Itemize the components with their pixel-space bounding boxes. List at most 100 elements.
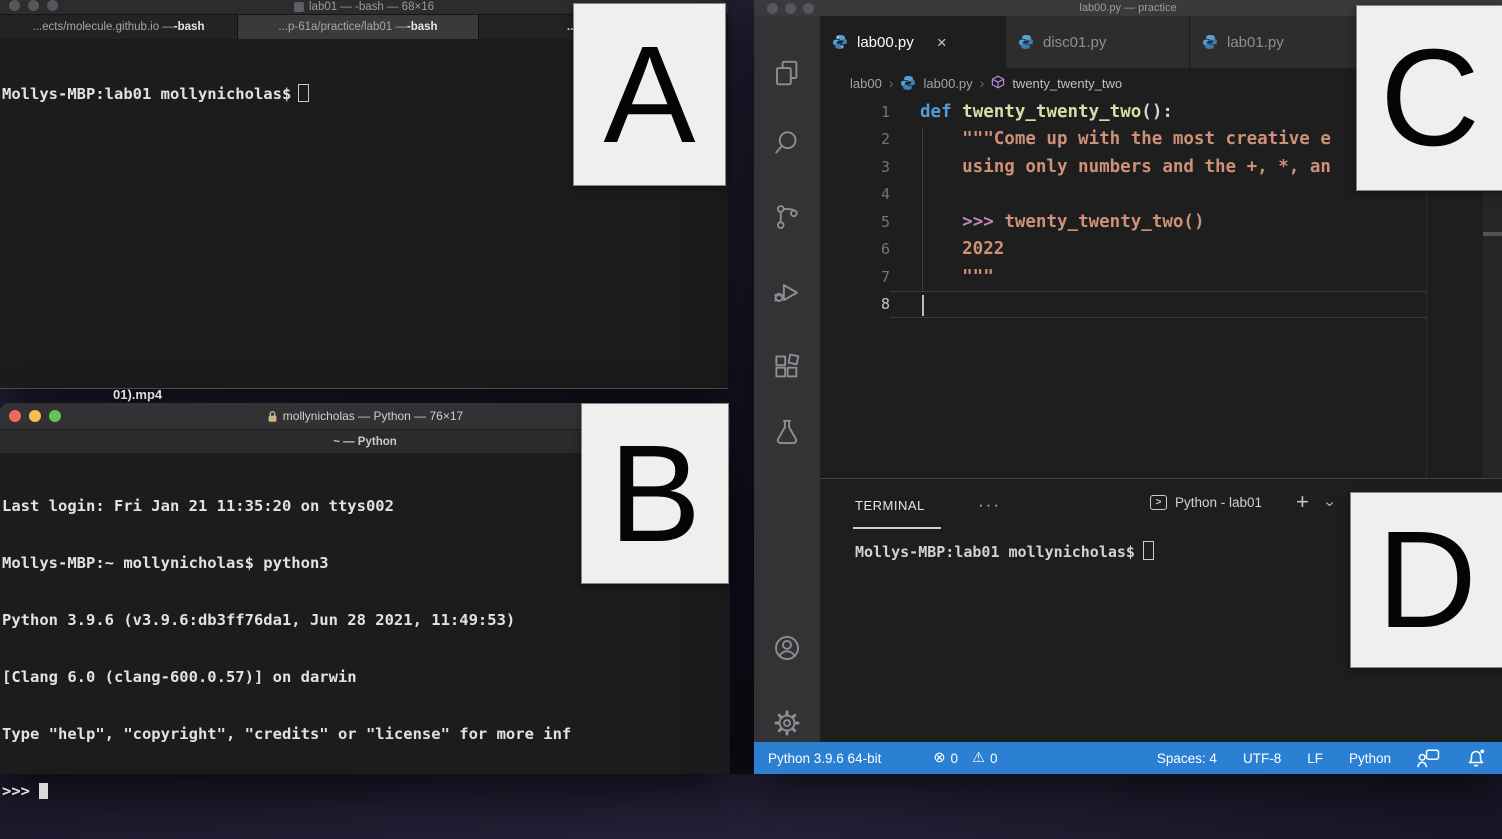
panel-tab-underline bbox=[853, 527, 941, 529]
close-button[interactable] bbox=[9, 0, 20, 11]
line-number: 2 bbox=[820, 130, 890, 148]
terminal-b-title-text: mollynicholas — Python — 76×17 bbox=[283, 409, 463, 423]
doctest-prompt: >>> bbox=[962, 212, 994, 232]
terminal-picker-label: Python - lab01 bbox=[1175, 495, 1262, 510]
code-segment: twenty_twenty_two bbox=[962, 102, 1141, 122]
line-number: 6 bbox=[820, 240, 890, 258]
line-number: 8 bbox=[820, 295, 890, 313]
feedback-icon[interactable] bbox=[1417, 749, 1440, 768]
settings-gear-icon[interactable] bbox=[763, 699, 811, 747]
code-segment: 2022 bbox=[920, 239, 1004, 259]
python-repl-prompt-line: >>> bbox=[2, 782, 730, 801]
warning-count: 0 bbox=[990, 751, 998, 766]
tab-process: -bash bbox=[407, 21, 438, 33]
document-proxy-icon bbox=[294, 2, 304, 12]
terminal-a-prompt: Mollys-MBP:lab01 mollynicholas$ bbox=[2, 85, 291, 103]
terminal-cursor bbox=[1143, 541, 1154, 560]
vscode-traffic-lights bbox=[767, 0, 814, 16]
integrated-terminal-prompt[interactable]: Mollys-MBP:lab01 mollynicholas$ bbox=[855, 541, 1154, 561]
code-segment: """ bbox=[920, 267, 994, 287]
tab-label: disc01.py bbox=[1043, 34, 1106, 51]
python-file-icon bbox=[1018, 34, 1034, 50]
tab-process: -bash bbox=[174, 21, 205, 33]
run-debug-icon[interactable] bbox=[763, 268, 811, 316]
code-segment bbox=[920, 212, 962, 232]
minimize-button[interactable] bbox=[28, 0, 39, 11]
minimize-button[interactable] bbox=[29, 410, 41, 422]
tab-lab01[interactable]: lab01.py bbox=[1190, 16, 1358, 68]
terminal-a-tab-molecule[interactable]: ...ects/molecule.github.io — -bash bbox=[0, 15, 238, 39]
breadcrumb-folder[interactable]: lab00 bbox=[850, 76, 882, 91]
tab-disc01[interactable]: disc01.py bbox=[1006, 16, 1190, 68]
scrollbar-slider[interactable] bbox=[1483, 232, 1502, 236]
line-number: 4 bbox=[820, 185, 890, 203]
desktop-file-label[interactable]: 01).mp4 bbox=[113, 387, 162, 402]
close-tab-icon[interactable]: × bbox=[937, 34, 947, 51]
terminal-picker[interactable]: > Python - lab01 bbox=[1150, 495, 1262, 510]
symbol-cube-icon bbox=[991, 75, 1005, 92]
panel-tab-terminal[interactable]: TERMINAL bbox=[855, 498, 925, 513]
breadcrumb-file[interactable]: lab00.py bbox=[923, 76, 972, 91]
chevron-down-icon[interactable]: › bbox=[1321, 501, 1339, 506]
tab-path: ...ects/molecule.github.io — bbox=[33, 21, 174, 33]
indent-guide bbox=[922, 128, 923, 291]
close-button[interactable] bbox=[767, 3, 778, 14]
python-file-icon bbox=[900, 75, 916, 91]
code-segment: using only numbers and the +, *, an bbox=[920, 157, 1331, 177]
active-line-highlight bbox=[890, 291, 1428, 319]
notifications-bell-icon[interactable] bbox=[1466, 748, 1486, 768]
python-file-icon bbox=[1202, 34, 1218, 50]
overlay-label-d: D bbox=[1350, 492, 1502, 668]
python-file-icon bbox=[832, 34, 848, 50]
tab-path: ...p-61a/practice/lab01 — bbox=[278, 21, 407, 33]
more-actions-icon[interactable]: ··· bbox=[978, 495, 1001, 515]
problems-status[interactable]: ⊗ 0 ⚠ 0 bbox=[933, 750, 997, 766]
encoding-status[interactable]: UTF-8 bbox=[1243, 751, 1281, 766]
terminal-a-cursor bbox=[298, 84, 309, 102]
tab-label: lab00.py bbox=[857, 34, 914, 51]
zoom-button[interactable] bbox=[49, 410, 61, 422]
testing-icon[interactable] bbox=[763, 408, 811, 456]
minimize-button[interactable] bbox=[785, 3, 796, 14]
search-icon[interactable] bbox=[763, 119, 811, 167]
python-interpreter-status[interactable]: Python 3.9.6 64-bit bbox=[768, 751, 881, 766]
line-number: 1 bbox=[820, 103, 890, 121]
terminal-a-tab-lab01[interactable]: ...p-61a/practice/lab01 — -bash bbox=[238, 15, 479, 39]
terminal-line: Python 3.9.6 (v3.9.6:db3ff76da1, Jun 28 … bbox=[2, 611, 730, 630]
warning-icon: ⚠ bbox=[972, 750, 985, 766]
code-segment: def bbox=[920, 102, 952, 122]
new-terminal-icon[interactable]: + bbox=[1296, 489, 1309, 515]
text-cursor bbox=[922, 295, 924, 316]
terminal-b-traffic-lights bbox=[9, 403, 61, 429]
indentation-status[interactable]: Spaces: 4 bbox=[1157, 751, 1217, 766]
terminal-line: Type "help", "copyright", "credits" or "… bbox=[2, 725, 730, 744]
terminal-icon: > bbox=[1150, 495, 1167, 510]
error-count: 0 bbox=[950, 751, 958, 766]
overlay-letter: C bbox=[1380, 29, 1480, 167]
close-button[interactable] bbox=[9, 410, 21, 422]
breadcrumb-symbol[interactable]: twenty_twenty_two bbox=[1012, 76, 1122, 91]
eol-status[interactable]: LF bbox=[1307, 751, 1323, 766]
error-icon: ⊗ bbox=[933, 750, 945, 766]
terminal-a-title: lab01 — -bash — 68×16 bbox=[294, 1, 434, 13]
status-bar: Python 3.9.6 64-bit ⊗ 0 ⚠ 0 Spaces: 4 UT… bbox=[754, 742, 1502, 774]
terminal-line: [Clang 6.0 (clang-600.0.57)] on darwin bbox=[2, 668, 730, 687]
code-segment: (): bbox=[1141, 102, 1173, 122]
chevron-right-icon: › bbox=[980, 75, 985, 91]
zoom-button[interactable] bbox=[803, 3, 814, 14]
code-segment: twenty_twenty_two() bbox=[1004, 212, 1204, 232]
repl-prompt: >>> bbox=[2, 782, 30, 800]
zoom-button[interactable] bbox=[47, 0, 58, 11]
line-number: 5 bbox=[820, 213, 890, 231]
extensions-icon[interactable] bbox=[763, 343, 811, 391]
explorer-icon[interactable] bbox=[763, 49, 811, 97]
language-mode-status[interactable]: Python bbox=[1349, 751, 1391, 766]
source-control-icon[interactable] bbox=[763, 193, 811, 241]
line-number: 3 bbox=[820, 158, 890, 176]
tab-lab00[interactable]: lab00.py × bbox=[820, 16, 1006, 68]
terminal-a-title-text: lab01 — -bash — 68×16 bbox=[309, 1, 434, 13]
activity-bar bbox=[754, 16, 820, 742]
terminal-b-tab-label: ~ — Python bbox=[333, 436, 397, 448]
overlay-letter: D bbox=[1377, 511, 1477, 649]
account-icon[interactable] bbox=[763, 624, 811, 672]
